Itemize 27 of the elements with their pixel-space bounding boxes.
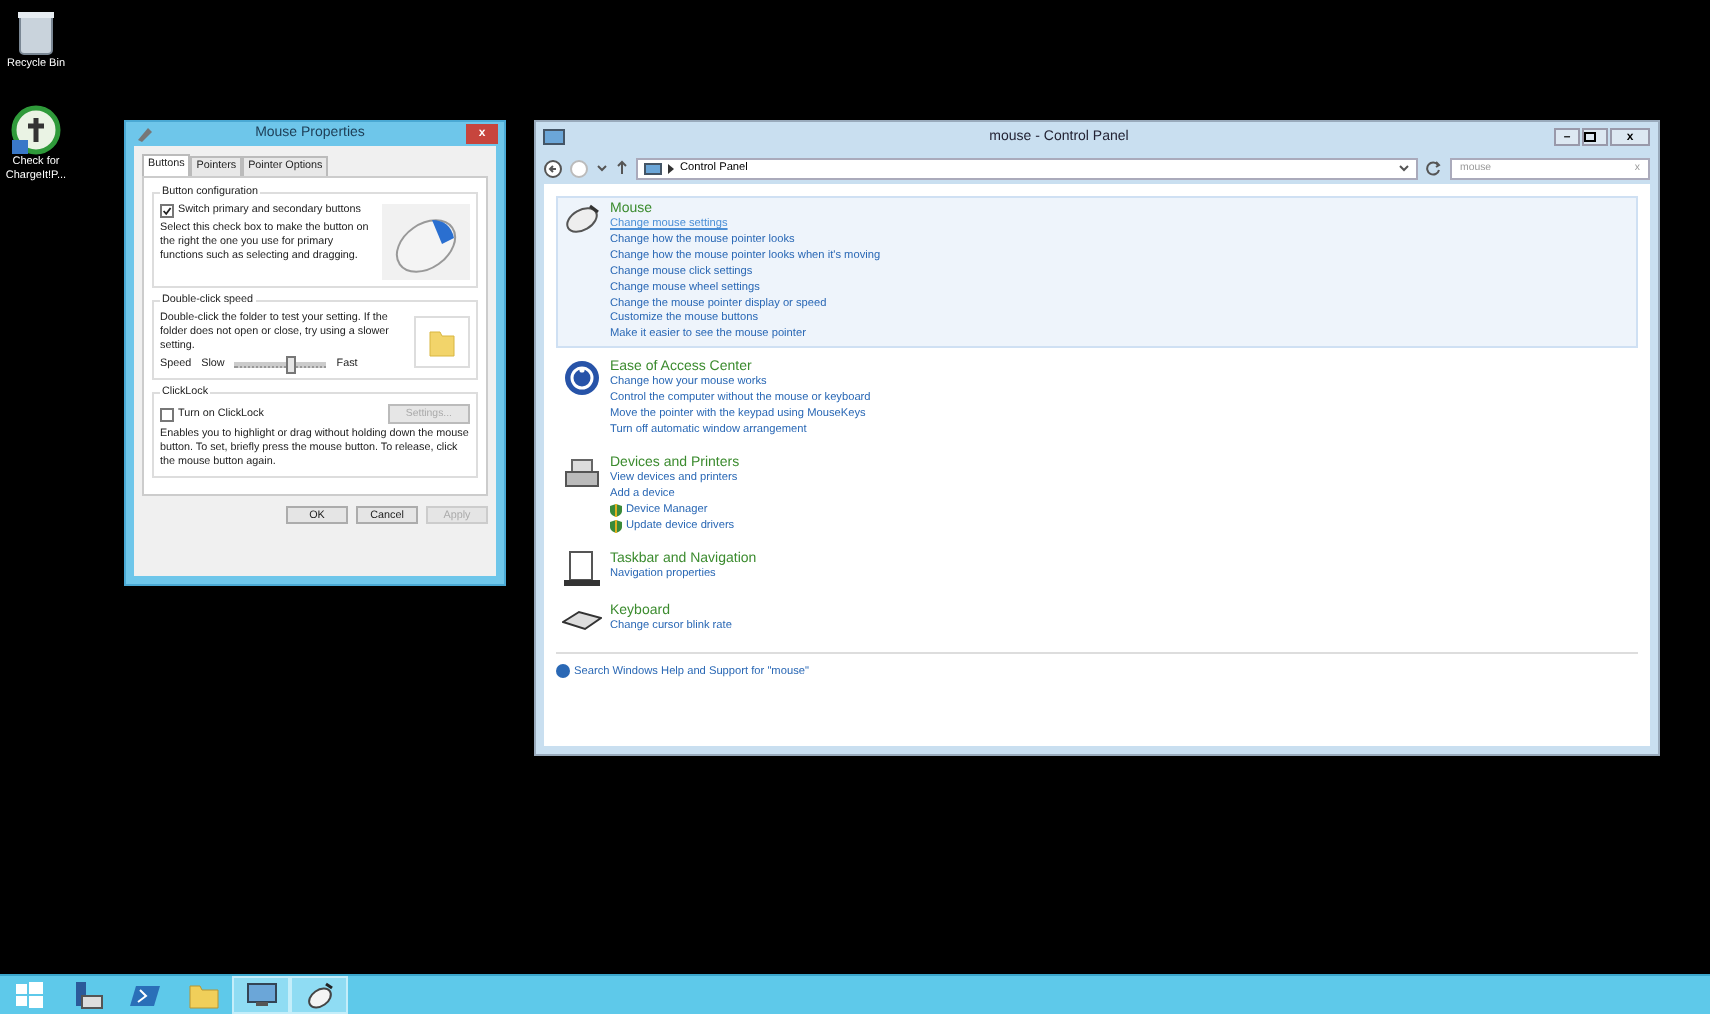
server-icon	[71, 980, 103, 1010]
start-icon	[13, 980, 45, 1010]
back-icon[interactable]	[544, 159, 562, 177]
taskbar-icon	[562, 549, 602, 587]
checkbox[interactable]	[160, 407, 174, 422]
slider-thumb[interactable]	[285, 356, 296, 375]
maximize-button[interactable]	[1582, 128, 1608, 146]
checkbox[interactable]	[160, 204, 174, 219]
keyboard-icon	[562, 609, 602, 631]
maximize-icon	[1584, 132, 1596, 142]
dropdown-icon[interactable]	[596, 162, 608, 174]
dropdown-icon[interactable]	[1398, 162, 1410, 174]
control-panel-icon	[542, 126, 566, 148]
accessibility-icon	[562, 358, 602, 397]
taskbar-button[interactable]	[232, 976, 290, 1014]
terminal-icon	[129, 980, 161, 1010]
taskbar-button[interactable]	[290, 976, 348, 1014]
update-icon	[8, 104, 64, 156]
up-icon[interactable]	[616, 160, 628, 176]
control-panel-icon	[644, 161, 662, 175]
control-panel-icon	[245, 980, 277, 1010]
refresh-icon[interactable]	[1426, 160, 1442, 176]
help-icon	[556, 664, 570, 679]
speed-slider[interactable]	[234, 362, 327, 369]
printer-icon	[562, 453, 602, 492]
folder-icon	[187, 980, 219, 1010]
chevron-icon	[668, 163, 674, 173]
